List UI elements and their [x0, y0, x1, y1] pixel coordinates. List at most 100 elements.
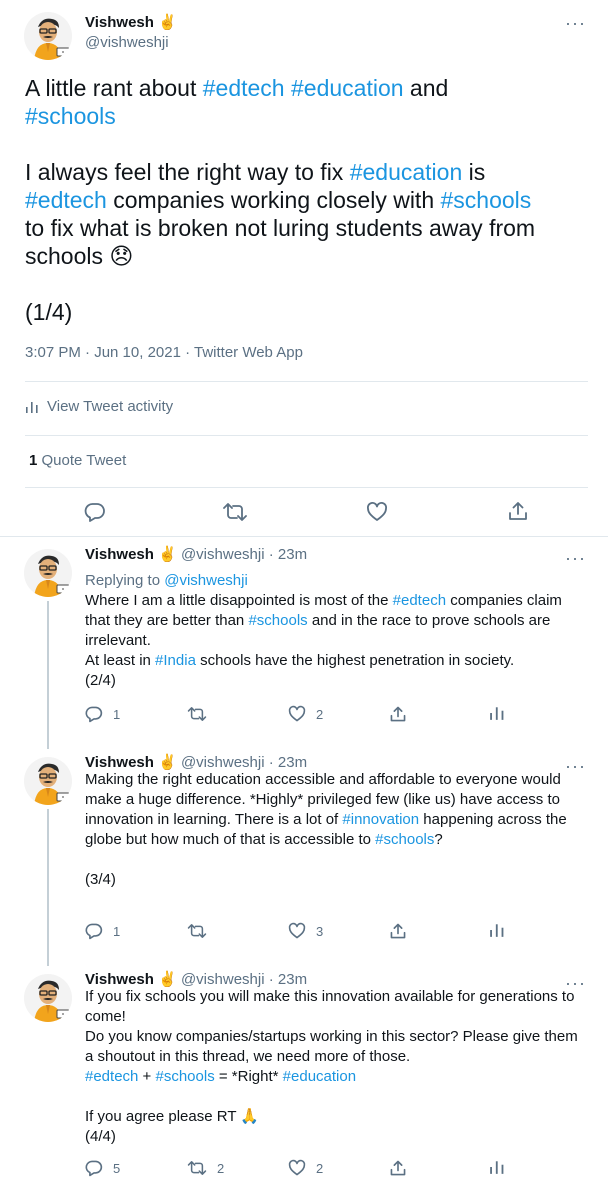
avatar[interactable]	[24, 974, 72, 1022]
avatar[interactable]	[24, 549, 72, 597]
share-button[interactable]	[389, 922, 407, 940]
hashtag-link[interactable]: #education	[350, 159, 463, 185]
hashtag-link[interactable]: #schools	[248, 612, 307, 629]
thread-counter: (4/4)	[85, 1128, 116, 1145]
peace-emoji: ✌️	[158, 971, 177, 988]
reply-tweet[interactable]: Vishwesh ✌️ @vishweshji · 23m ··· Making…	[0, 745, 608, 966]
like-count: 2	[316, 1160, 324, 1176]
reply-tweet[interactable]: Vishwesh ✌️ @vishweshji · 23m ··· If you…	[0, 962, 608, 1198]
share-icon	[390, 923, 406, 939]
reply-icon	[85, 1160, 103, 1177]
hashtag-link[interactable]: #schools	[441, 187, 532, 213]
divider	[25, 381, 588, 382]
tweet-text: A little rant about #edtech #education a…	[25, 74, 585, 326]
reply-count: 1	[113, 706, 121, 722]
analytics-icon	[26, 401, 38, 413]
author-handle[interactable]: @vishweshji	[181, 546, 265, 563]
retweet-button[interactable]	[187, 705, 217, 723]
hashtag-link[interactable]: #schools	[375, 831, 434, 848]
main-tweet: Vishwesh ✌️ @vishweshji ··· A little ran…	[0, 0, 608, 536]
like-count: 2	[316, 706, 324, 722]
hashtag-link[interactable]: #edtech	[393, 592, 446, 609]
author-name[interactable]: Vishwesh	[85, 754, 154, 771]
pray-emoji: 🙏	[240, 1108, 260, 1125]
quote-tweets-link[interactable]: 1 Quote Tweet	[29, 452, 126, 469]
like-icon	[288, 705, 306, 722]
hashtag-link[interactable]: #innovation	[342, 811, 419, 828]
reply-icon	[85, 923, 103, 940]
author-handle[interactable]: @vishweshji	[85, 34, 169, 51]
reply-button[interactable]: 1	[85, 922, 120, 940]
analytics-icon	[490, 707, 504, 720]
analytics-button[interactable]	[489, 922, 505, 938]
hashtag-link[interactable]: #schools	[156, 1068, 215, 1085]
view-activity-link[interactable]: View Tweet activity	[25, 398, 173, 415]
tweet-header: Vishwesh ✌️ @vishweshji · 23m	[85, 970, 307, 988]
thread-counter: (3/4)	[85, 871, 116, 888]
tweet-header: Vishwesh ✌️ @vishweshji · 23m	[85, 753, 307, 771]
tweet-time[interactable]: · 23m	[269, 754, 307, 771]
author-name[interactable]: Vishwesh ✌️	[85, 13, 177, 31]
like-icon[interactable]	[366, 501, 388, 523]
share-button[interactable]	[389, 705, 407, 723]
analytics-icon	[490, 1161, 504, 1174]
analytics-button[interactable]	[489, 1159, 505, 1175]
like-button[interactable]: 2	[288, 1159, 323, 1177]
share-button[interactable]	[389, 1159, 407, 1177]
analytics-icon	[490, 924, 504, 937]
analytics-button[interactable]	[489, 705, 505, 721]
reply-button[interactable]: 5	[85, 1159, 120, 1177]
tweet-text: Replying to @vishweshji Where I am a lit…	[85, 571, 590, 691]
action-bar: 1 2	[85, 705, 505, 727]
thread-line	[47, 601, 49, 749]
like-icon	[288, 1159, 306, 1176]
like-icon	[288, 922, 306, 939]
reply-tweet[interactable]: Vishwesh ✌️ @vishweshji · 23m ··· Replyi…	[0, 537, 608, 749]
author-name[interactable]: Vishwesh	[85, 546, 154, 563]
hashtag-link[interactable]: #education	[283, 1068, 356, 1085]
timestamp[interactable]: 3:07 PM · Jun 10, 2021 · Twitter Web App	[25, 344, 303, 361]
author-name[interactable]: Vishwesh	[85, 971, 154, 988]
thread-counter: (2/4)	[85, 672, 116, 689]
hashtag-link[interactable]: #schools	[25, 103, 116, 129]
author-handle[interactable]: @vishweshji	[181, 754, 265, 771]
avatar[interactable]	[24, 757, 72, 805]
reply-button[interactable]: 1	[85, 705, 120, 723]
retweet-icon	[187, 924, 207, 938]
share-icon	[390, 706, 406, 722]
retweet-button[interactable]	[187, 922, 217, 940]
hashtag-link[interactable]: #edtech	[25, 187, 107, 213]
tweet-time[interactable]: · 23m	[269, 546, 307, 563]
like-button[interactable]: 3	[288, 922, 323, 940]
author-handle[interactable]: @vishweshji	[181, 971, 265, 988]
hashtag-link[interactable]: #edtech	[85, 1068, 138, 1085]
peace-emoji: ✌️	[158, 754, 177, 771]
tweet-header: Vishwesh ✌️ @vishweshji · 23m	[85, 545, 307, 563]
disappointed-emoji: 😞	[109, 243, 134, 269]
hashtag-link[interactable]: #edtech	[203, 75, 285, 101]
thread-counter: (1/4)	[25, 299, 73, 325]
retweet-button[interactable]: 2	[187, 1159, 224, 1177]
retweet-count: 2	[217, 1160, 225, 1176]
reply-icon[interactable]	[84, 501, 106, 523]
reply-count: 5	[113, 1160, 121, 1176]
like-button[interactable]: 2	[288, 705, 323, 723]
hashtag-link[interactable]: #India	[155, 652, 196, 669]
more-dots-icon[interactable]: ···	[565, 549, 586, 567]
thread-line	[47, 809, 49, 966]
peace-emoji: ✌️	[158, 14, 177, 31]
more-dots-icon[interactable]: ···	[565, 14, 586, 32]
reply-icon	[85, 706, 103, 723]
peace-emoji: ✌️	[158, 546, 177, 563]
retweet-icon[interactable]	[222, 501, 248, 523]
divider	[25, 435, 588, 436]
mention-link[interactable]: @vishweshji	[164, 572, 248, 589]
action-bar: 5 2 2	[85, 1159, 505, 1181]
avatar[interactable]	[24, 12, 72, 60]
action-bar: 1 3	[85, 922, 505, 944]
tweet-time[interactable]: · 23m	[269, 971, 307, 988]
tweet-text: Making the right education accessible an…	[85, 770, 590, 890]
share-icon[interactable]	[507, 500, 529, 522]
hashtag-link[interactable]: #education	[291, 75, 404, 101]
divider	[25, 487, 588, 488]
